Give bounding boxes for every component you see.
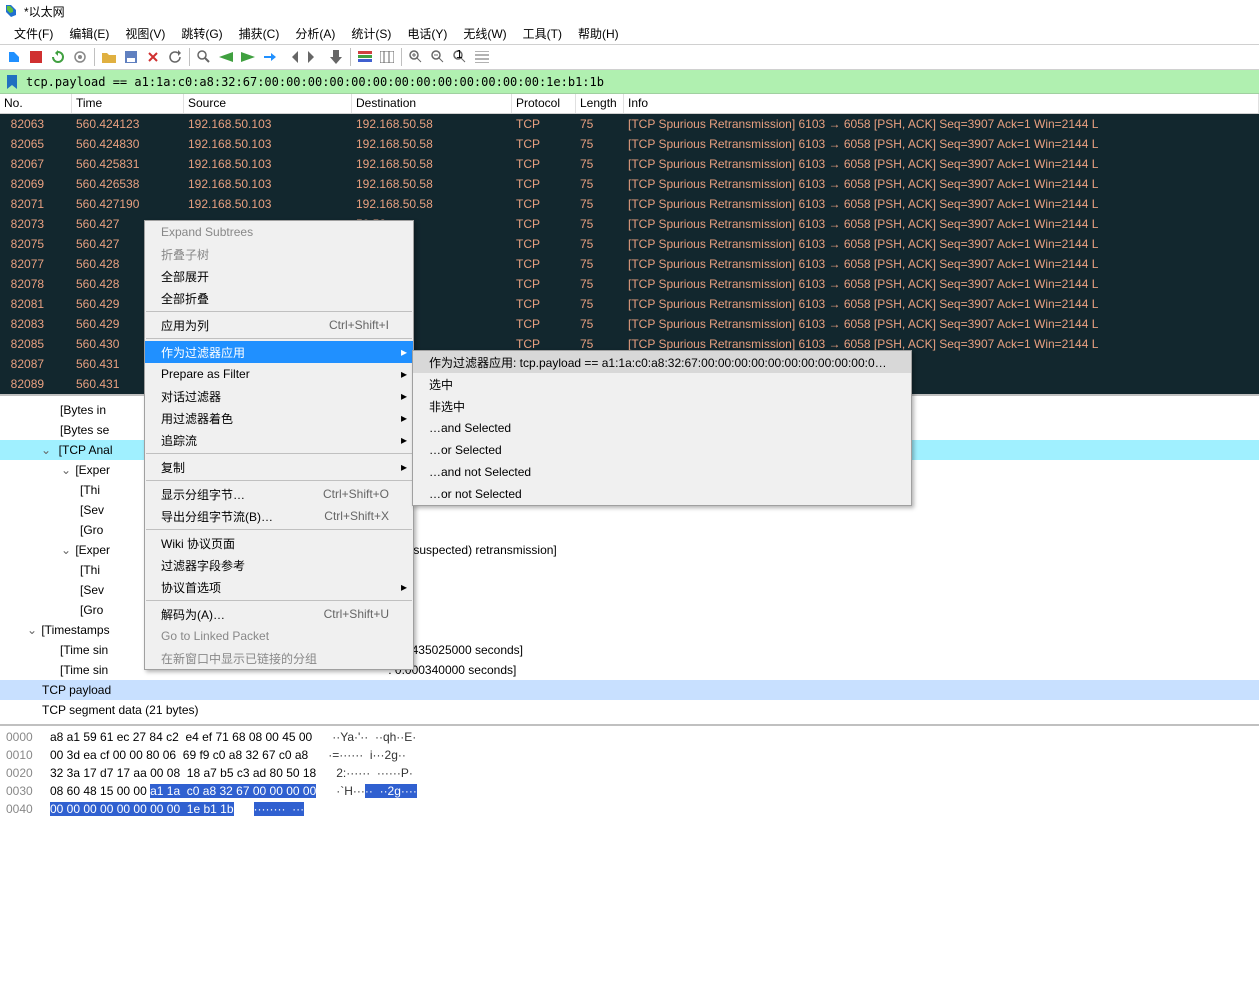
prev-icon[interactable] [216,47,236,67]
options-icon[interactable] [70,47,90,67]
col-no[interactable]: No. [0,94,72,113]
reload-icon[interactable] [165,47,185,67]
menubar: 文件(F) 编辑(E) 视图(V) 跳转(G) 捕获(C) 分析(A) 统计(S… [0,22,1259,44]
packet-row[interactable]: 82067560.425831192.168.50.103192.168.50.… [0,154,1259,174]
hex-row[interactable]: 0000a8 a1 59 61 ec 27 84 c2 e4 ef 71 68 … [0,728,1259,746]
ctx-expand-all[interactable]: 全部展开 [145,265,413,287]
col-info[interactable]: Info [624,94,1259,113]
menu-file[interactable]: 文件(F) [6,23,61,44]
ctx-show-bytes[interactable]: 显示分组字节…Ctrl+Shift+O [145,483,413,505]
menu-tel[interactable]: 电话(Y) [399,23,455,44]
menu-go[interactable]: 跳转(G) [173,23,230,44]
menu-wifi[interactable]: 无线(W) [455,23,514,44]
ctx-show-new-window[interactable]: 在新窗口中显示已链接的分组 [145,647,413,669]
context-menu[interactable]: Expand Subtrees 折叠子树 全部展开 全部折叠 应用为列Ctrl+… [144,220,414,670]
col-src[interactable]: Source [184,94,352,113]
autosize-icon[interactable] [377,47,397,67]
packet-row[interactable]: 82071560.427190192.168.50.103192.168.50.… [0,194,1259,214]
find-icon[interactable] [194,47,214,67]
menu-help[interactable]: 帮助(H) [570,23,627,44]
ctx-expand-subtrees[interactable]: Expand Subtrees [145,221,413,243]
window-title: *以太网 [24,3,65,20]
colorize-icon[interactable] [355,47,375,67]
autoscroll-icon[interactable] [326,47,346,67]
filter-bookmark-icon[interactable] [2,72,22,92]
zoom-out-icon[interactable] [428,47,448,67]
app-icon [4,3,20,19]
zoom-reset-icon[interactable]: 1 [450,47,470,67]
sub-and-not-selected[interactable]: …and not Selected [413,461,911,483]
filter-bar [0,70,1259,94]
packet-row[interactable]: 82063560.424123192.168.50.103192.168.50.… [0,114,1259,134]
col-time[interactable]: Time [72,94,184,113]
hex-row[interactable]: 003008 60 48 15 00 00 a1 1a c0 a8 32 67 … [0,782,1259,800]
hex-row[interactable]: 002032 3a 17 d7 17 aa 00 08 18 a7 b5 c3 … [0,764,1259,782]
restart-capture-icon[interactable] [48,47,68,67]
menu-analyze[interactable]: 分析(A) [287,23,343,44]
last-icon[interactable] [304,47,324,67]
menu-capture[interactable]: 捕获(C) [231,23,288,44]
apply-filter-submenu[interactable]: 作为过滤器应用: tcp.payload == a1:1a:c0:a8:32:6… [412,350,912,506]
sub-and-selected[interactable]: …and Selected [413,417,911,439]
ctx-field-reference[interactable]: 过滤器字段参考 [145,554,413,576]
ctx-apply-as-filter[interactable]: 作为过滤器应用▸ [145,341,413,363]
menu-edit[interactable]: 编辑(E) [61,23,117,44]
ctx-protocol-prefs[interactable]: 协议首选项▸ [145,576,413,598]
hex-row[interactable]: 001000 3d ea cf 00 00 80 06 69 f9 c0 a8 … [0,746,1259,764]
display-filter-input[interactable] [24,75,1259,89]
next-icon[interactable] [238,47,258,67]
ctx-follow-stream[interactable]: 追踪流▸ [145,429,413,451]
zoom-in-icon[interactable] [406,47,426,67]
column-headers: No. Time Source Destination Protocol Len… [0,94,1259,114]
toolbar: 1 [0,44,1259,70]
start-capture-icon[interactable] [4,47,24,67]
titlebar: *以太网 [0,0,1259,22]
ctx-apply-as-column[interactable]: 应用为列Ctrl+Shift+I [145,314,413,336]
menu-view[interactable]: 视图(V) [117,23,173,44]
open-icon[interactable] [99,47,119,67]
packet-row[interactable]: 82069560.426538192.168.50.103192.168.50.… [0,174,1259,194]
ctx-copy[interactable]: 复制▸ [145,456,413,478]
menu-stats[interactable]: 统计(S) [343,23,399,44]
menu-tools[interactable]: 工具(T) [515,23,570,44]
hex-row[interactable]: 004000 00 00 00 00 00 00 00 1e b1 1b····… [0,800,1259,818]
col-len[interactable]: Length [576,94,624,113]
sub-not-selected[interactable]: 非选中 [413,395,911,417]
col-dst[interactable]: Destination [352,94,512,113]
detail-tcp-payload[interactable]: TCP payload [0,680,1259,700]
save-icon[interactable] [121,47,141,67]
sub-or-selected[interactable]: …or Selected [413,439,911,461]
ctx-collapse-subtrees[interactable]: 折叠子树 [145,243,413,265]
ctx-go-linked[interactable]: Go to Linked Packet [145,625,413,647]
ctx-export-bytes[interactable]: 导出分组字节流(B)…Ctrl+Shift+X [145,505,413,527]
close-icon[interactable] [143,47,163,67]
packet-row[interactable]: 82065560.424830192.168.50.103192.168.50.… [0,134,1259,154]
jump-icon[interactable] [260,47,280,67]
ctx-colorize-filter[interactable]: 用过滤器着色▸ [145,407,413,429]
ctx-conversation-filter[interactable]: 对话过滤器▸ [145,385,413,407]
sub-applied-filter: 作为过滤器应用: tcp.payload == a1:1a:c0:a8:32:6… [413,351,911,373]
sub-or-not-selected[interactable]: …or not Selected [413,483,911,505]
stop-capture-icon[interactable] [26,47,46,67]
sub-selected[interactable]: 选中 [413,373,911,395]
ctx-prepare-filter[interactable]: Prepare as Filter▸ [145,363,413,385]
resize-cols-icon[interactable] [472,47,492,67]
svg-text:1: 1 [456,50,463,61]
ctx-wiki[interactable]: Wiki 协议页面 [145,532,413,554]
hex-dump[interactable]: 0000a8 a1 59 61 ec 27 84 c2 e4 ef 71 68 … [0,724,1259,818]
detail-line[interactable]: TCP segment data (21 bytes) [0,700,1259,720]
ctx-collapse-all[interactable]: 全部折叠 [145,287,413,309]
first-icon[interactable] [282,47,302,67]
col-proto[interactable]: Protocol [512,94,576,113]
ctx-decode-as[interactable]: 解码为(A)…Ctrl+Shift+U [145,603,413,625]
